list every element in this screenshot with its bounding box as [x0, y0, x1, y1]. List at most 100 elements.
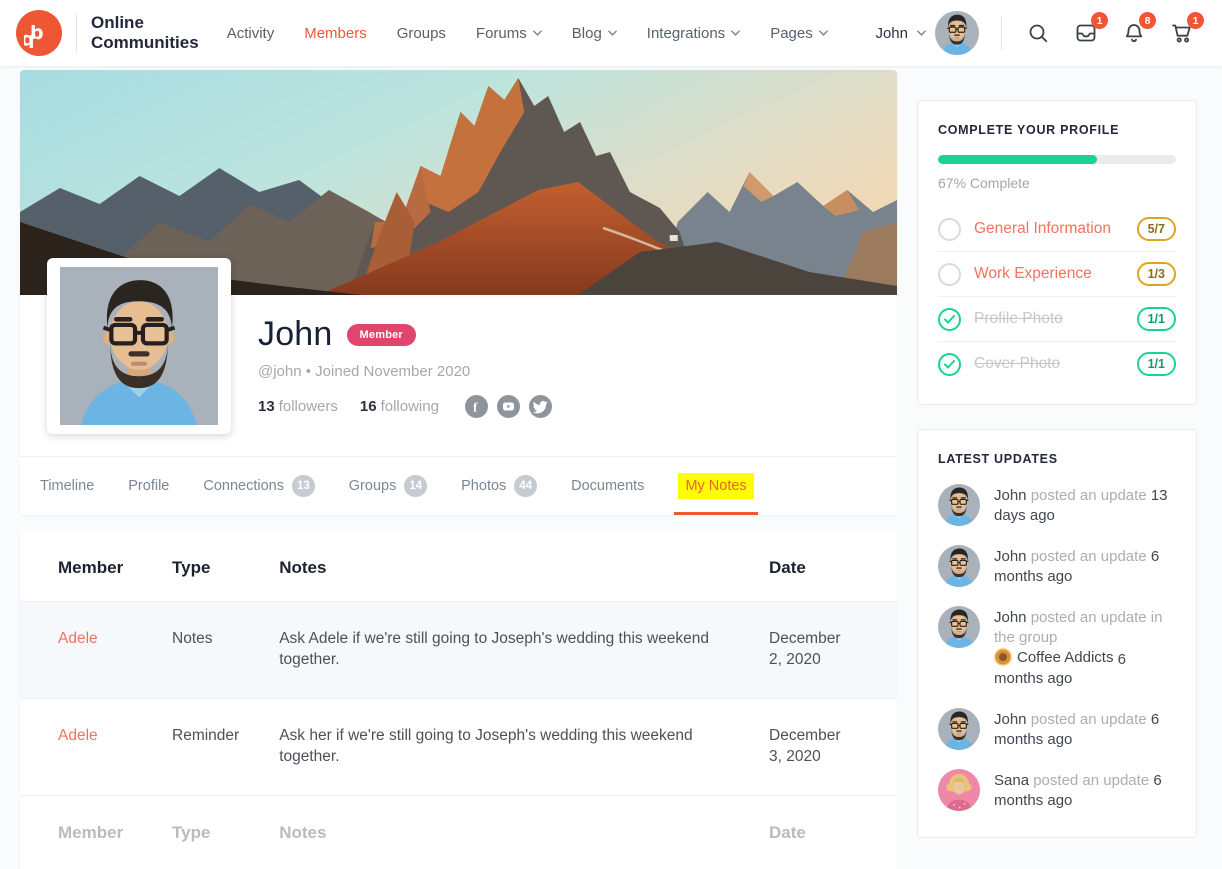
col-header-member: Member: [20, 531, 152, 602]
facebook-icon: f: [465, 395, 488, 418]
update-action: posted an update: [1031, 487, 1147, 504]
progress-pill: 1/1: [1137, 352, 1176, 376]
col-footer-member: Member: [20, 795, 152, 869]
profile-tabs: Timeline Profile Connections13 Groups14 …: [20, 457, 897, 515]
user-menu-name: John: [875, 25, 908, 42]
checklist-item-general-information[interactable]: General Information 5/7: [938, 207, 1176, 251]
profile-meta: @john • Joined November 2020: [258, 363, 897, 380]
profile-photo[interactable]: [47, 258, 231, 434]
youtube-icon: [497, 395, 520, 418]
col-footer-type: Type: [152, 795, 259, 869]
tab-photos[interactable]: Photos44: [461, 457, 537, 515]
col-header-notes: Notes: [259, 531, 749, 602]
notifications-button[interactable]: 8: [1120, 19, 1148, 47]
tab-documents[interactable]: Documents: [571, 457, 644, 515]
topbar-right: John 1 8 1: [875, 11, 1196, 55]
checklist-item-work-experience[interactable]: Work Experience 1/3: [938, 251, 1176, 296]
tab-count-badge: 14: [404, 475, 427, 497]
tab-label: Connections: [203, 478, 284, 494]
check-circle-icon: [938, 353, 961, 376]
profile-progress-bar: [938, 155, 1176, 164]
tab-my-notes[interactable]: My Notes: [678, 457, 753, 515]
update-author: John: [994, 711, 1027, 728]
member-avatar: [938, 606, 980, 648]
twitter-icon: [529, 395, 552, 418]
messages-badge: 1: [1091, 12, 1108, 29]
cart-button[interactable]: 1: [1168, 19, 1196, 47]
user-avatar: [935, 11, 979, 55]
messages-button[interactable]: 1: [1072, 19, 1100, 47]
update-author: John: [994, 487, 1027, 504]
nav-item-forums[interactable]: Forums: [476, 25, 542, 42]
member-avatar: [938, 708, 980, 750]
profile-name: John: [258, 315, 333, 354]
brand[interactable]: b b Online Communities: [16, 10, 199, 56]
update-item[interactable]: Sana posted an update 6 months ago: [938, 769, 1176, 811]
search-button[interactable]: [1024, 19, 1052, 47]
update-item[interactable]: John posted an update 6 months ago: [938, 708, 1176, 750]
youtube-link[interactable]: [497, 395, 520, 418]
following-stat[interactable]: 16following: [360, 398, 439, 415]
note-type: Notes: [152, 602, 259, 699]
nav-item-label: Integrations: [647, 25, 725, 42]
col-footer-notes: Notes: [259, 795, 749, 869]
chevron-down-icon: [819, 30, 828, 37]
tab-connections[interactable]: Connections13: [203, 457, 314, 515]
nav-item-integrations[interactable]: Integrations: [647, 25, 740, 42]
nav-item-activity[interactable]: Activity: [227, 25, 275, 42]
member-avatar: [938, 484, 980, 526]
search-icon: [1026, 21, 1050, 45]
update-item[interactable]: John posted an update 6 months ago: [938, 545, 1176, 587]
group-chip[interactable]: Coffee Addicts: [994, 648, 1113, 668]
nav-item-label: Members: [304, 25, 367, 42]
widget-title: LATEST UPDATES: [938, 452, 1176, 466]
member-type-badge: Member: [347, 324, 416, 346]
note-text: Ask Adele if we're still going to Joseph…: [259, 602, 749, 699]
facebook-link[interactable]: f: [465, 395, 488, 418]
social-links: f: [465, 395, 552, 418]
nav-item-blog[interactable]: Blog: [572, 25, 617, 42]
tab-profile[interactable]: Profile: [128, 457, 169, 515]
followers-stat[interactable]: 13followers: [258, 398, 338, 415]
progress-pill: 1/3: [1137, 262, 1176, 286]
checklist-item-cover-photo[interactable]: Cover Photo 1/1: [938, 341, 1176, 386]
progress-pill: 5/7: [1137, 217, 1176, 241]
member-link[interactable]: Adele: [58, 630, 98, 647]
tab-count-badge: 44: [514, 475, 537, 497]
progress-label: 67% Complete: [938, 175, 1176, 191]
nav-item-members[interactable]: Members: [304, 25, 367, 42]
member-link[interactable]: Adele: [58, 727, 98, 744]
checklist-link[interactable]: General Information: [974, 220, 1137, 238]
followers-count: 13: [258, 398, 275, 415]
cart-badge: 1: [1187, 12, 1204, 29]
complete-profile-widget: COMPLETE YOUR PROFILE 67% Complete Gener…: [917, 100, 1197, 405]
note-date: December 2, 2020: [749, 602, 897, 699]
update-item[interactable]: John posted an update 13 days ago: [938, 484, 1176, 526]
page-body: John Member @john • Joined November 2020…: [0, 66, 1222, 869]
update-action: posted an update: [1033, 772, 1149, 789]
svg-text:f: f: [473, 400, 478, 415]
tab-groups[interactable]: Groups14: [349, 457, 427, 515]
nav-item-label: Activity: [227, 25, 275, 42]
nav-item-label: Forums: [476, 25, 527, 42]
checklist-item-profile-photo[interactable]: Profile Photo 1/1: [938, 296, 1176, 341]
table-header-row: Member Type Notes Date: [20, 531, 897, 602]
check-circle-icon: [938, 308, 961, 331]
updates-list: John posted an update 13 days ago John p…: [938, 484, 1176, 811]
tab-timeline[interactable]: Timeline: [40, 457, 94, 515]
nav-item-label: Blog: [572, 25, 602, 42]
update-author: John: [994, 548, 1027, 565]
checklist-link[interactable]: Cover Photo: [974, 355, 1137, 373]
group-avatar-icon: [994, 648, 1012, 666]
site-title-line1: Online: [91, 13, 199, 33]
table-footer-row: Member Type Notes Date: [20, 795, 897, 869]
twitter-link[interactable]: [529, 395, 552, 418]
update-item[interactable]: John posted an update in the group Coffe…: [938, 606, 1176, 689]
user-menu[interactable]: John: [875, 11, 979, 55]
main-content: John Member @john • Joined November 2020…: [20, 70, 897, 869]
checklist-link[interactable]: Profile Photo: [974, 310, 1137, 328]
circle-icon: [938, 218, 961, 241]
nav-item-groups[interactable]: Groups: [397, 25, 446, 42]
nav-item-pages[interactable]: Pages: [770, 25, 828, 42]
checklist-link[interactable]: Work Experience: [974, 265, 1137, 283]
